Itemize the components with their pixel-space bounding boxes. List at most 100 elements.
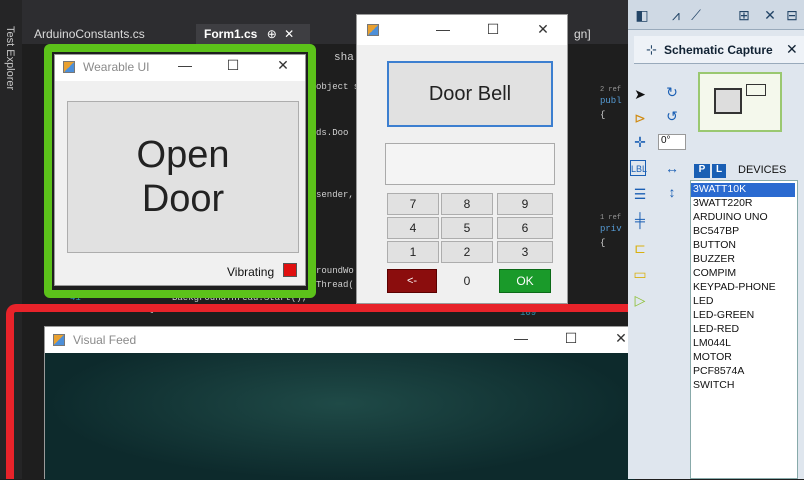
key-8[interactable]: 8 — [441, 193, 493, 215]
wearable-window[interactable]: Wearable UI — ☐ ✕ Open Door Vibrating — [54, 54, 306, 286]
maximize-icon[interactable]: ☐ — [483, 21, 503, 38]
device-item[interactable]: BUTTON — [693, 239, 736, 251]
code-token: priv — [600, 224, 622, 234]
tool-icon[interactable]: ⊟ — [784, 7, 800, 23]
device-item[interactable]: PCF8574A — [693, 365, 744, 377]
pick-devices-button[interactable]: P — [694, 164, 710, 178]
visual-feed-window[interactable]: Visual Feed — ☐ ✕ — [44, 326, 635, 480]
tab-design[interactable]: gn] — [566, 24, 599, 44]
device-item[interactable]: LED-RED — [693, 323, 739, 335]
close-icon[interactable]: ✕ — [273, 57, 293, 74]
device-item[interactable]: LED-GREEN — [693, 309, 754, 321]
code-token: publ — [600, 96, 622, 106]
video-feed — [45, 353, 635, 480]
component-preview — [698, 72, 782, 132]
close-icon[interactable]: ✕ — [786, 41, 798, 58]
tool-icon[interactable]: ⊞ — [736, 7, 752, 23]
key-9[interactable]: 9 — [497, 193, 553, 215]
test-explorer-label[interactable]: Test Explorer — [4, 26, 16, 90]
code-display[interactable] — [385, 143, 555, 185]
key-4[interactable]: 4 — [387, 217, 439, 239]
maximize-icon[interactable]: ☐ — [223, 57, 243, 74]
label-icon[interactable]: LBL — [630, 160, 647, 176]
key-7[interactable]: 7 — [387, 193, 439, 215]
device-item[interactable]: BUZZER — [693, 253, 735, 265]
app-icon — [53, 334, 65, 346]
doorbell-button[interactable]: Door Bell — [387, 61, 553, 127]
key-2[interactable]: 2 — [441, 241, 493, 263]
key-1[interactable]: 1 — [387, 241, 439, 263]
key-6[interactable]: 6 — [497, 217, 553, 239]
device-item[interactable]: 3WATT220R — [693, 197, 753, 209]
tab-form1[interactable]: Form1.cs ⊕ ✕ — [196, 24, 310, 44]
key-0[interactable]: 0 — [441, 269, 493, 293]
code-line-2: ds.Doo — [316, 128, 349, 138]
app-icon — [63, 61, 75, 73]
backspace-button[interactable]: <- — [387, 269, 437, 293]
pin-icon[interactable]: ▷ — [632, 292, 648, 308]
devices-header: DEVICES — [738, 164, 787, 176]
doorbell-titlebar[interactable]: — ☐ ✕ — [357, 15, 567, 45]
ref-hint: 2 ref — [600, 86, 622, 94]
device-item[interactable]: BC547BP — [693, 225, 739, 237]
tool-icon[interactable]: ⟋ — [688, 7, 704, 23]
maximize-icon[interactable]: ☐ — [561, 330, 581, 347]
doorbell-window[interactable]: — ☐ ✕ Door Bell 7 8 9 4 5 6 1 2 3 <- 0 O… — [356, 14, 568, 304]
bus-icon[interactable]: ╪ — [632, 212, 648, 228]
feed-titlebar[interactable]: Visual Feed — ☐ ✕ — [45, 327, 633, 353]
vibrating-indicator — [283, 263, 297, 277]
tab-arduino-constants[interactable]: ArduinoConstants.cs — [26, 24, 153, 44]
key-3[interactable]: 3 — [497, 241, 553, 263]
device-list[interactable]: 3WATT10K 3WATT220R ARDUINO UNO BC547BP B… — [690, 180, 798, 479]
junction-icon[interactable]: ✛ — [632, 134, 648, 150]
tab-form1-label: Form1.cs — [204, 27, 258, 41]
close-icon[interactable]: ✕ — [533, 21, 553, 38]
schematic-title: Schematic Capture — [664, 43, 773, 57]
device-item[interactable]: LED — [693, 295, 713, 307]
pin-icon[interactable]: ⊕ — [267, 27, 277, 41]
visual-feed-title: Visual Feed — [73, 333, 137, 347]
rotate-cw-icon[interactable]: ↻ — [664, 84, 680, 100]
angle-input[interactable]: 0° — [658, 134, 686, 150]
preview-wire — [746, 84, 766, 96]
delete-icon[interactable]: ✕ — [762, 7, 778, 23]
ref-hint: 1 ref — [600, 214, 622, 222]
text-icon[interactable]: ☰ — [632, 186, 648, 202]
component-icon[interactable]: ◧ — [634, 7, 650, 23]
ok-button[interactable]: OK — [499, 269, 551, 293]
mirror-vertical-icon[interactable]: ↕ — [664, 184, 680, 200]
device-item[interactable]: LM044L — [693, 337, 731, 349]
open-door-button[interactable]: Open Door — [67, 101, 299, 253]
code-line-4: roundWo — [316, 266, 354, 276]
rotate-ccw-icon[interactable]: ↺ — [664, 108, 680, 124]
subcircuit-icon[interactable]: ⊏ — [632, 240, 648, 256]
code-line-5: Thread( — [316, 280, 354, 290]
device-item[interactable]: SWITCH — [693, 379, 734, 391]
mirror-horizontal-icon[interactable]: ↔ — [664, 160, 680, 176]
library-button[interactable]: L — [712, 164, 726, 178]
code-line-1: object s — [316, 82, 360, 92]
code-line-3: sender, — [316, 190, 354, 200]
key-5[interactable]: 5 — [441, 217, 493, 239]
minimize-icon[interactable]: — — [433, 21, 453, 37]
wearable-title: Wearable UI — [83, 60, 150, 74]
minimize-icon[interactable]: — — [511, 330, 531, 346]
device-item[interactable]: MOTOR — [693, 351, 732, 363]
wire-icon[interactable]: ⩘ — [668, 7, 684, 23]
schematic-icon: ⊹ — [646, 42, 657, 57]
component-mode-icon[interactable]: ⊳ — [632, 110, 648, 126]
device-item[interactable]: COMPIM — [693, 267, 736, 279]
schematic-tab[interactable]: ⊹ Schematic Capture ✕ — [634, 36, 804, 64]
minimize-icon[interactable]: — — [175, 57, 195, 73]
app-icon — [367, 24, 379, 36]
device-item[interactable]: ARDUINO UNO — [693, 211, 768, 223]
device-item[interactable]: KEYPAD-PHONE — [693, 281, 776, 293]
code-token: { — [600, 238, 606, 248]
select-arrow-icon[interactable]: ➤ — [632, 86, 648, 102]
code-token: { — [600, 110, 606, 120]
wearable-titlebar[interactable]: Wearable UI — ☐ ✕ — [55, 55, 305, 81]
device-item[interactable]: 3WATT10K — [693, 183, 746, 195]
preview-board — [714, 88, 742, 114]
close-icon[interactable]: ✕ — [284, 27, 294, 41]
terminal-icon[interactable]: ▭ — [632, 266, 648, 282]
